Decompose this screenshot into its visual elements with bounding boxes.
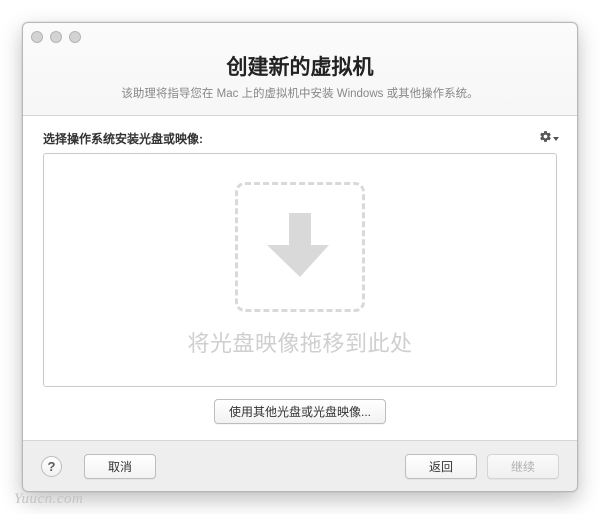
close-window-button[interactable]	[31, 31, 43, 43]
titlebar	[23, 23, 577, 45]
zoom-window-button[interactable]	[69, 31, 81, 43]
continue-button: 继续	[487, 454, 559, 479]
wizard-window: 创建新的虚拟机 该助理将指导您在 Mac 上的虚拟机中安装 Windows 或其…	[22, 22, 578, 492]
dropzone-dashed-frame	[235, 182, 365, 312]
dropzone-placeholder-text: 将光盘映像拖移到此处	[187, 326, 412, 358]
dropzone-inner: 将光盘映像拖移到此处	[187, 182, 412, 358]
select-disc-label: 选择操作系统安装光盘或映像:	[43, 130, 203, 147]
gear-icon	[539, 130, 552, 148]
disc-image-dropzone[interactable]: 将光盘映像拖移到此处	[43, 153, 557, 387]
page-title: 创建新的虚拟机	[43, 51, 557, 81]
header: 创建新的虚拟机 该助理将指导您在 Mac 上的虚拟机中安装 Windows 或其…	[23, 45, 577, 115]
use-other-disc-button[interactable]: 使用其他光盘或光盘映像...	[214, 399, 386, 424]
content-area: 选择操作系统安装光盘或映像: 将光盘映像拖移到此处	[23, 115, 577, 441]
cancel-button[interactable]: 取消	[84, 454, 156, 479]
section-header-row: 选择操作系统安装光盘或映像:	[43, 130, 557, 147]
footer: ? 取消 返回 继续	[23, 441, 577, 491]
watermark: Yuucn.com	[14, 491, 83, 508]
minimize-window-button[interactable]	[50, 31, 62, 43]
page-subtitle: 该助理将指导您在 Mac 上的虚拟机中安装 Windows 或其他操作系统。	[43, 85, 557, 101]
other-disc-row: 使用其他光盘或光盘映像...	[43, 399, 557, 424]
back-button[interactable]: 返回	[405, 454, 477, 479]
settings-dropdown[interactable]	[539, 132, 557, 146]
arrow-down-icon	[267, 209, 333, 286]
chevron-down-icon	[553, 137, 559, 141]
help-button[interactable]: ?	[41, 456, 62, 477]
